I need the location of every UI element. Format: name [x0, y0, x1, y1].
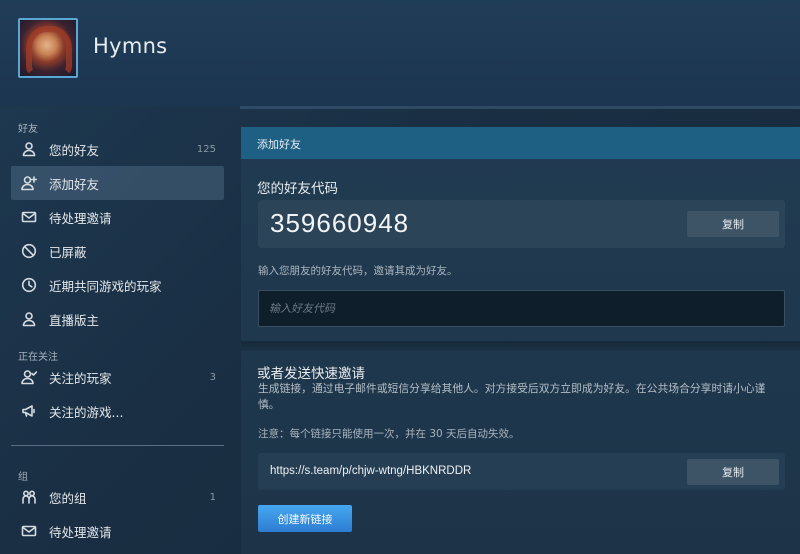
sidebar-item-label: 近期共同游戏的玩家 — [49, 278, 162, 294]
clock-icon — [18, 276, 40, 294]
panel-separator — [241, 341, 800, 351]
quick-invite-note: 注意：每个链接只能使用一次，并在 30 天后自动失效。 — [258, 428, 520, 440]
sidebar-item-add-friend[interactable]: 添加好友 — [11, 166, 224, 200]
friend-count: 125 — [196, 143, 216, 155]
profile-header: Hymns — [0, 0, 800, 106]
sidebar-item-label: 直播版主 — [49, 312, 100, 328]
megaphone-icon — [18, 402, 40, 420]
user-icon — [18, 140, 40, 158]
copy-link-button[interactable]: 复制 — [687, 459, 779, 485]
sidebar-item-label: 您的好友 — [49, 142, 100, 158]
user-icon — [18, 310, 40, 328]
avatar[interactable] — [18, 18, 78, 78]
sidebar-item-your-friends[interactable]: 您的好友 125 — [11, 132, 224, 166]
sidebar-item-followed-games[interactable]: 关注的游戏... — [11, 394, 224, 428]
sidebar-item-label: 已屏蔽 — [49, 244, 87, 260]
group-icon — [18, 488, 40, 506]
friend-code-hint: 输入您朋友的好友代码，邀请其成为好友。 — [258, 265, 458, 277]
sidebar-item-label: 待处理邀请 — [49, 210, 112, 226]
envelope-icon — [18, 522, 40, 540]
sidebar-item-recent-players[interactable]: 近期共同游戏的玩家 — [11, 268, 224, 302]
user-plus-icon — [18, 174, 40, 192]
sidebar-item-label: 您的组 — [49, 490, 87, 506]
envelope-icon — [18, 208, 40, 226]
group-count: 1 — [209, 491, 216, 503]
sidebar-item-broadcast-moderators[interactable]: 直播版主 — [11, 302, 224, 336]
sidebar-item-label: 待处理邀请 — [49, 524, 112, 540]
sidebar-item-label: 关注的游戏... — [49, 404, 124, 420]
sidebar: 好友 您的好友 125 添加好友 待处理邀请 已屏蔽 近期共同游戏的玩家 直播版… — [0, 110, 240, 554]
friend-code-heading: 您的好友代码 — [257, 181, 338, 197]
sidebar-item-pending-invites[interactable]: 待处理邀请 — [11, 200, 224, 234]
copy-code-button[interactable]: 复制 — [687, 211, 779, 237]
sidebar-item-followed-players[interactable]: 关注的玩家 3 — [11, 360, 224, 394]
panel-title: 添加好友 — [257, 138, 301, 151]
create-link-button[interactable]: 创建新链接 — [258, 505, 352, 532]
header-divider — [240, 106, 800, 109]
invite-link[interactable]: https://s.team/p/chjw-wtng/HBKNRDDR — [270, 465, 471, 477]
sidebar-item-label: 关注的玩家 — [49, 370, 112, 386]
sidebar-item-blocked[interactable]: 已屏蔽 — [11, 234, 224, 268]
followed-count: 3 — [209, 371, 216, 383]
sidebar-item-your-groups[interactable]: 您的组 1 — [11, 480, 224, 514]
invite-link-box: https://s.team/p/chjw-wtng/HBKNRDDR 复制 — [258, 453, 785, 490]
panel-header: 添加好友 — [241, 127, 800, 159]
add-friend-panel: 添加好友 您的好友代码 359660948 复制 输入您朋友的好友代码，邀请其成… — [241, 127, 800, 554]
profile-name[interactable]: Hymns — [93, 34, 167, 58]
friend-code-value: 359660948 — [270, 208, 410, 238]
sidebar-item-group-invites[interactable]: 待处理邀请 — [11, 514, 224, 548]
friend-code-input[interactable] — [258, 290, 785, 327]
sidebar-item-label: 添加好友 — [49, 176, 100, 192]
avatar-image — [26, 26, 72, 76]
friend-code-box: 359660948 复制 — [258, 200, 785, 248]
quick-invite-heading: 或者发送快速邀请 — [257, 366, 365, 382]
sidebar-divider — [11, 445, 224, 446]
block-icon — [18, 242, 40, 260]
user-follow-icon — [18, 368, 40, 386]
quick-invite-description: 生成链接，通过电子邮件或短信分享给其他人。对方接受后双方立即成为好友。在公共场合… — [258, 382, 766, 411]
